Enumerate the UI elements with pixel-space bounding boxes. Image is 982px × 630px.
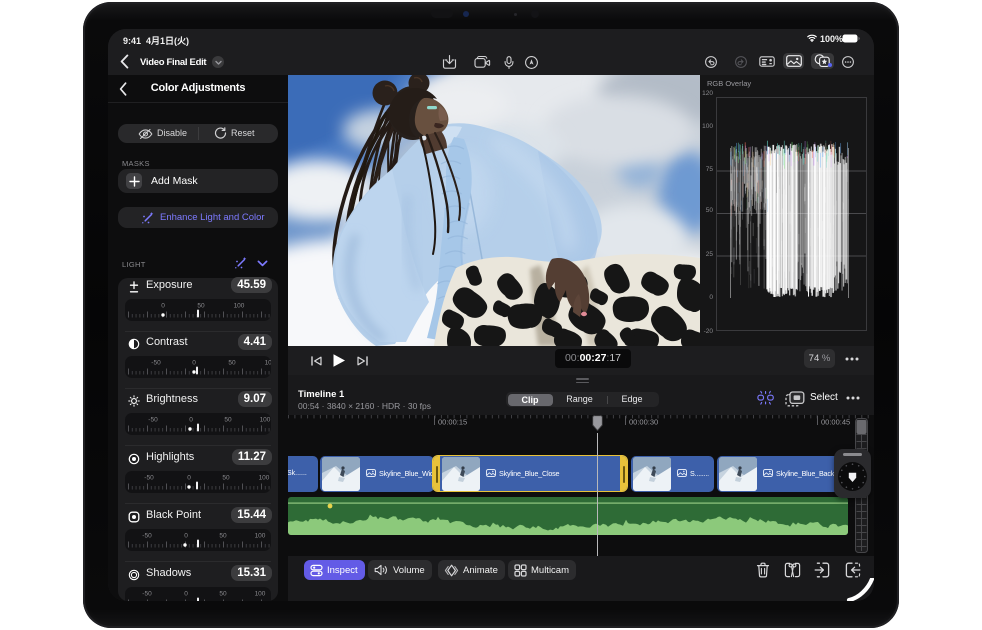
svg-text:-50: -50: [142, 533, 152, 540]
svg-text:0: 0: [184, 533, 188, 540]
svg-text:50: 50: [219, 591, 227, 598]
svg-text:0: 0: [192, 360, 196, 367]
svg-text:00:00:45: 00:00:45: [821, 418, 850, 427]
svg-text:-50: -50: [144, 475, 154, 482]
svg-text:100: 100: [260, 417, 271, 424]
svg-text:50: 50: [197, 303, 205, 310]
svg-text:0: 0: [161, 303, 165, 310]
svg-text:50: 50: [228, 360, 236, 367]
svg-text:100: 100: [234, 303, 245, 310]
svg-text:100: 100: [259, 475, 270, 482]
svg-text:0: 0: [187, 475, 191, 482]
svg-text:100: 100: [265, 360, 271, 367]
svg-text:50: 50: [224, 417, 232, 424]
svg-text:-50: -50: [151, 360, 161, 367]
svg-text:00:00:15: 00:00:15: [438, 418, 467, 427]
svg-text:-50: -50: [142, 591, 152, 598]
svg-text:50: 50: [219, 533, 227, 540]
svg-text:0: 0: [184, 591, 188, 598]
svg-text:0: 0: [189, 417, 193, 424]
svg-text:100: 100: [255, 533, 266, 540]
svg-text:00:00:30: 00:00:30: [629, 418, 658, 427]
svg-text:50: 50: [222, 475, 230, 482]
svg-text:-50: -50: [148, 417, 158, 424]
svg-text:100: 100: [255, 591, 266, 598]
